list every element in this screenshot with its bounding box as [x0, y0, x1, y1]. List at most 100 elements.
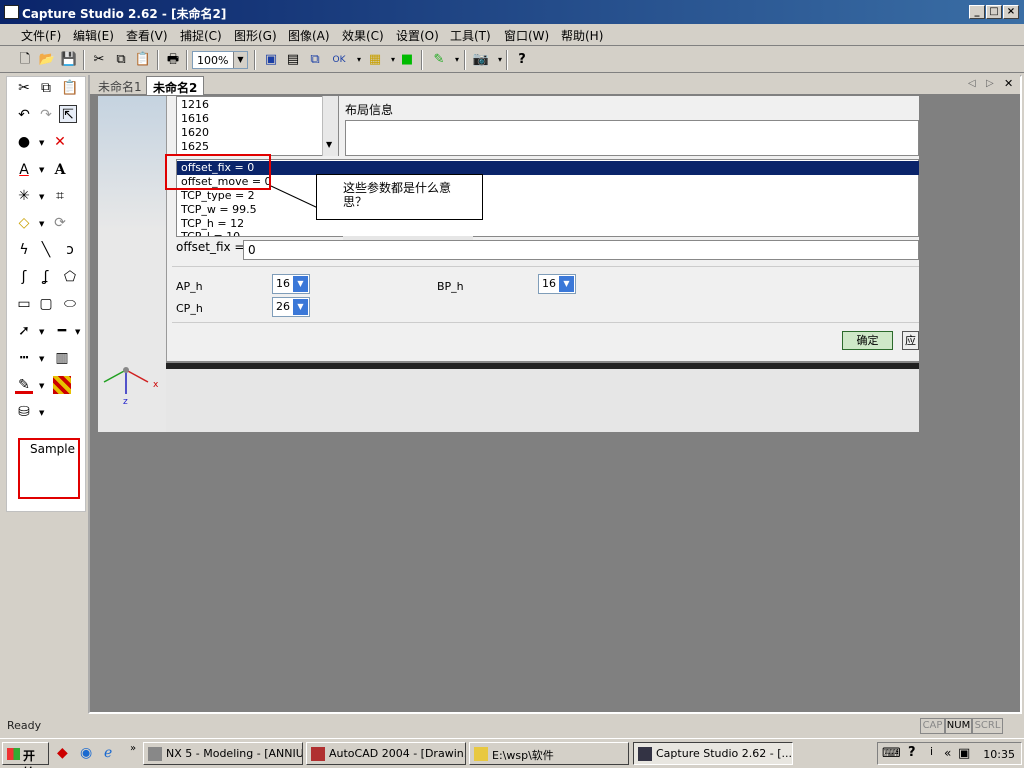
tab-scroll-right-icon[interactable]: ▷: [986, 78, 994, 89]
tab-scroll-left-icon[interactable]: ◁: [968, 78, 976, 89]
menu-capture[interactable]: 捕捉(C): [180, 27, 222, 44]
tab-untitled-2[interactable]: 未命名2: [146, 76, 205, 95]
crop-icon[interactable]: ⌗: [51, 187, 69, 205]
eraser-icon[interactable]: ◇: [15, 214, 33, 232]
quicklaunch-app-icon[interactable]: ◆: [57, 745, 68, 761]
curve-icon[interactable]: ↄ: [61, 241, 79, 259]
list-scrollbar[interactable]: ▼: [322, 96, 338, 156]
menu-image[interactable]: 图像(A): [288, 27, 330, 44]
chevron-down-icon[interactable]: ▼: [75, 328, 80, 336]
capture-menu-icon[interactable]: ▤: [284, 51, 302, 69]
capture-tray-icon[interactable]: ▣: [958, 746, 970, 761]
arrow-icon[interactable]: ➚: [15, 322, 33, 340]
zigzag-icon[interactable]: ʃ: [15, 268, 33, 286]
tab-untitled-1[interactable]: 未命名1: [92, 76, 148, 95]
capture-object-icon[interactable]: ⧉: [306, 51, 324, 69]
start-button[interactable]: 开始: [2, 742, 49, 768]
maximize-button[interactable]: □: [986, 5, 1002, 19]
menu-edit[interactable]: 编辑(E): [73, 27, 114, 44]
rounded-rect-icon[interactable]: ▢: [37, 295, 55, 313]
list-item[interactable]: 1216: [181, 98, 209, 111]
tray-info-icon[interactable]: i: [930, 745, 933, 758]
tray-expand-icon[interactable]: «: [944, 746, 951, 760]
keyboard-icon[interactable]: ⌨: [882, 746, 901, 761]
list-item[interactable]: 1620: [181, 126, 209, 139]
camera-icon[interactable]: 📷: [472, 51, 490, 69]
text-tool-icon[interactable]: A: [51, 161, 69, 179]
menu-file[interactable]: 文件(F): [21, 27, 61, 44]
blob-icon[interactable]: ●: [15, 133, 33, 151]
menu-graphics[interactable]: 图形(G): [234, 27, 277, 44]
chevron-down-icon[interactable]: ▼: [39, 166, 44, 174]
rotate-icon[interactable]: ⟳: [51, 214, 69, 232]
ie-icon[interactable]: ℯ: [104, 745, 112, 761]
color-square-icon[interactable]: ■: [398, 51, 416, 69]
magic-wand-icon[interactable]: ✳: [15, 187, 33, 205]
polygon-icon[interactable]: ⬠: [61, 268, 79, 286]
tab-close-icon[interactable]: ✕: [1004, 77, 1013, 90]
undo-icon[interactable]: ↶: [15, 106, 33, 124]
list-item[interactable]: 1625: [181, 140, 209, 153]
ok-capture-icon[interactable]: OK: [330, 51, 348, 69]
chevron-down-icon[interactable]: ▼: [39, 328, 44, 336]
cp-h-spinner[interactable]: 26 ▼: [272, 297, 310, 317]
offset-fix-input[interactable]: 0: [243, 240, 919, 260]
zoom-select[interactable]: 100% ▼: [192, 51, 248, 69]
quicklaunch-more-icon[interactable]: »: [130, 743, 136, 754]
help-tray-icon[interactable]: ?: [908, 745, 916, 760]
minimize-button[interactable]: _: [969, 5, 985, 19]
new-file-icon[interactable]: 🗋: [16, 51, 34, 69]
print-icon[interactable]: 🖶: [164, 51, 182, 69]
copy-icon[interactable]: ⧉: [112, 51, 130, 69]
pen-color-icon[interactable]: ✎: [15, 376, 33, 394]
close-button[interactable]: ×: [1003, 5, 1019, 19]
chevron-down-icon[interactable]: ▼: [39, 409, 44, 417]
bp-h-spinner[interactable]: 16 ▼: [538, 274, 576, 294]
param-item[interactable]: TCP_type = 2: [181, 189, 255, 202]
ok-button[interactable]: 确定: [842, 331, 893, 350]
chevron-down-icon[interactable]: ▼: [39, 193, 44, 201]
chevron-down-icon[interactable]: ▼: [39, 382, 44, 390]
menu-window[interactable]: 窗口(W): [504, 27, 549, 44]
save-icon[interactable]: 💾: [60, 51, 78, 69]
chevron-down-icon[interactable]: ▼: [39, 220, 44, 228]
pattern-fill-icon[interactable]: [53, 376, 71, 394]
eyedropper-icon[interactable]: ✎: [430, 51, 448, 69]
chevron-down-icon[interactable]: ▼: [39, 355, 44, 363]
bezier-icon[interactable]: ʆ: [37, 268, 55, 286]
chevron-down-icon[interactable]: ▼: [559, 276, 574, 292]
param-item[interactable]: TCP_w = 99.5: [181, 203, 257, 216]
cut-icon[interactable]: ✂: [15, 79, 33, 97]
text-color-icon[interactable]: A: [15, 161, 33, 179]
fill-bucket-icon[interactable]: ⛁: [15, 403, 33, 421]
chevron-down-icon[interactable]: ▼: [39, 139, 44, 147]
capture-window-icon[interactable]: ▣: [262, 51, 280, 69]
list-item[interactable]: 1616: [181, 112, 209, 125]
menu-effects[interactable]: 效果(C): [342, 27, 384, 44]
chevron-down-icon[interactable]: ▼: [233, 52, 247, 68]
quicklaunch-browser-icon[interactable]: ◉: [80, 745, 92, 761]
layout-info-box[interactable]: [345, 120, 919, 156]
ellipse-icon[interactable]: ⬭: [61, 295, 79, 313]
number-list[interactable]: 1216 1616 1620 1625: [176, 96, 339, 156]
apply-button[interactable]: 应: [902, 331, 919, 350]
paste-icon[interactable]: 📋: [61, 79, 79, 97]
param-item[interactable]: TCP_l = 10: [181, 230, 240, 236]
task-nx-modeling[interactable]: NX 5 - Modeling - [ANNIU...: [143, 742, 303, 765]
param-item[interactable]: TCP_h = 12: [181, 217, 244, 230]
task-autocad[interactable]: AutoCAD 2004 - [Drawin...: [306, 742, 466, 765]
menu-view[interactable]: 查看(V): [126, 27, 168, 44]
line-style-icon[interactable]: ┅: [15, 349, 33, 367]
copy-icon[interactable]: ⧉: [37, 79, 55, 97]
gradient-icon[interactable]: ▥: [53, 349, 71, 367]
line-icon[interactable]: ╲: [37, 241, 55, 259]
delete-icon[interactable]: ✕: [51, 133, 69, 151]
menu-help[interactable]: 帮助(H): [561, 27, 603, 44]
ap-h-spinner[interactable]: 16 ▼: [272, 274, 310, 294]
freehand-icon[interactable]: ϟ: [15, 241, 33, 259]
rectangle-icon[interactable]: ▭: [15, 295, 33, 313]
chevron-down-icon[interactable]: ▼: [293, 276, 308, 292]
task-capture-studio[interactable]: Capture Studio 2.62 - [...: [633, 742, 793, 765]
scroll-down-icon[interactable]: ▼: [326, 140, 332, 149]
task-explorer[interactable]: E:\wsp\软件: [469, 742, 629, 765]
